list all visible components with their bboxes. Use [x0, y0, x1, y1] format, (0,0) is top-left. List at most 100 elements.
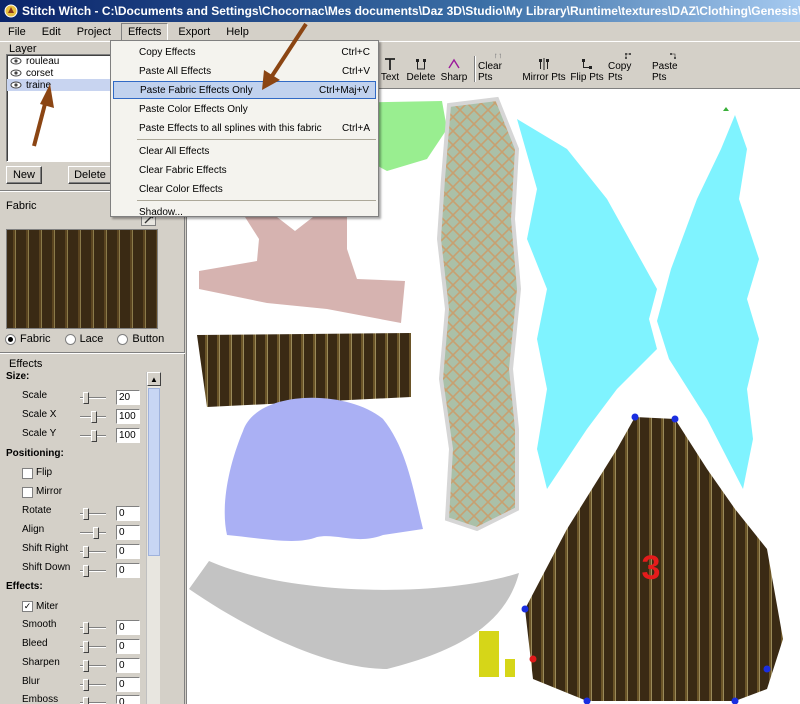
tool-label: Delete: [406, 72, 436, 83]
button-radio[interactable]: [117, 333, 129, 345]
align-slider[interactable]: [80, 525, 106, 541]
tool-label: Sharp: [440, 72, 468, 83]
smooth-slider[interactable]: [80, 620, 106, 636]
scaley-label: Scale Y: [22, 428, 57, 439]
menu-item-paste-fabric-effects-only[interactable]: Paste Fabric Effects Only Ctrl+Maj+V: [113, 81, 376, 99]
scaley-slider[interactable]: [80, 428, 106, 444]
menu-file[interactable]: File: [2, 24, 32, 40]
eye-icon[interactable]: [9, 68, 23, 78]
mirror-checkbox[interactable]: [22, 487, 33, 498]
menu-item-paste-effects-all-splines[interactable]: Paste Effects to all splines with this f…: [113, 119, 376, 137]
delete-points-icon: [416, 59, 426, 70]
eye-icon[interactable]: [9, 80, 23, 90]
menu-item-shortcut: Ctrl+Maj+V: [318, 84, 369, 96]
yellow-small-pattern-piece[interactable]: [505, 659, 515, 677]
tool-text-button[interactable]: Text: [378, 52, 402, 86]
toolbar: Text Delete Sharp Clear Pts Mirror Pts F…: [378, 52, 800, 88]
tool-delete-button[interactable]: Delete: [404, 52, 438, 86]
scalex-label: Scale X: [22, 409, 57, 420]
effects-dropdown-menu: Copy Effects Ctrl+C Paste All Effects Ct…: [110, 40, 379, 218]
smooth-input[interactable]: 0: [116, 620, 140, 635]
shiftdown-label: Shift Down: [22, 562, 71, 573]
scalex-input[interactable]: 100: [116, 409, 140, 424]
shiftdown-slider[interactable]: [80, 563, 106, 579]
align-input[interactable]: 0: [116, 525, 140, 540]
menu-effects[interactable]: Effects: [120, 22, 169, 41]
yellow-pattern-piece[interactable]: [479, 631, 499, 677]
sharp-point-icon: [448, 58, 460, 69]
lavender-pattern-piece[interactable]: [224, 397, 423, 541]
scale-label: Scale: [22, 390, 48, 401]
blur-input[interactable]: 0: [116, 677, 140, 692]
menu-item-shortcut: Ctrl+V: [341, 65, 370, 77]
miter-label: Miter: [36, 601, 59, 612]
lace-radio[interactable]: [64, 333, 76, 345]
fabric-radio[interactable]: [5, 333, 16, 345]
tool-label: Text: [380, 72, 400, 83]
menu-item-copy-effects[interactable]: Copy Effects Ctrl+C: [113, 43, 376, 61]
positioning-section-label: Positioning:: [6, 448, 64, 459]
menu-item-clear-fabric-effects[interactable]: Clear Fabric Effects: [113, 161, 376, 179]
menu-separator: [137, 139, 376, 140]
tool-label: Clear Pts: [478, 61, 502, 83]
gray-pattern-piece[interactable]: [189, 561, 519, 669]
menu-project[interactable]: Project: [71, 24, 117, 40]
eye-icon[interactable]: [9, 56, 23, 66]
menu-item-label: Clear Color Effects: [139, 183, 223, 195]
scale-input[interactable]: 20: [116, 390, 140, 405]
menu-item-clear-color-effects[interactable]: Clear Color Effects: [113, 180, 376, 198]
miter-checkbox[interactable]: ✓: [22, 601, 33, 612]
sharpen-slider[interactable]: [80, 658, 106, 674]
menu-item-paste-all-effects[interactable]: Paste All Effects Ctrl+V: [113, 62, 376, 80]
menu-help[interactable]: Help: [220, 24, 255, 40]
mirror-label: Mirror: [36, 486, 63, 497]
menu-export[interactable]: Export: [172, 24, 216, 40]
tool-flip-pts-button[interactable]: Flip Pts: [570, 52, 604, 86]
fabric-swatch[interactable]: [6, 229, 158, 329]
scale-slider[interactable]: [80, 390, 106, 406]
shiftdown-input[interactable]: 0: [116, 563, 140, 578]
shiftright-input[interactable]: 0: [116, 544, 140, 559]
size-section-label: Size:: [6, 371, 30, 382]
menu-item-label: Shadow...: [139, 206, 183, 218]
emboss-slider[interactable]: [80, 695, 106, 704]
rotate-slider[interactable]: [80, 506, 106, 522]
menu-item-label: Clear Fabric Effects: [139, 164, 227, 176]
shiftright-slider[interactable]: [80, 544, 106, 560]
tool-sharp-button[interactable]: Sharp: [440, 52, 468, 86]
toolbar-separator: [474, 56, 476, 82]
rotate-input[interactable]: 0: [116, 506, 140, 521]
striped-band-piece[interactable]: [197, 333, 411, 407]
tool-copy-pts-button[interactable]: Copy Pts: [608, 52, 648, 86]
menu-item-clear-all-effects[interactable]: Clear All Effects: [113, 142, 376, 160]
menu-item-shadow[interactable]: Shadow...: [113, 203, 376, 221]
bleed-input[interactable]: 0: [116, 639, 140, 654]
blur-label: Blur: [22, 676, 40, 687]
effects-scrollbar[interactable]: ▲: [146, 372, 161, 704]
scaley-input[interactable]: 100: [116, 428, 140, 443]
layer-label: rouleau: [26, 55, 60, 67]
tool-mirror-pts-button[interactable]: Mirror Pts: [522, 52, 566, 86]
net-pattern-piece[interactable]: [436, 96, 522, 532]
emboss-input[interactable]: 0: [116, 695, 140, 704]
menu-item-paste-color-effects-only[interactable]: Paste Color Effects Only: [113, 100, 376, 118]
bleed-slider[interactable]: [80, 639, 106, 655]
pink-pattern-piece[interactable]: [199, 217, 405, 323]
flip-points-icon: [582, 59, 592, 69]
tool-clear-pts-button[interactable]: Clear Pts: [478, 52, 518, 86]
new-layer-button[interactable]: New: [6, 166, 42, 184]
scalex-slider[interactable]: [80, 409, 106, 425]
flip-checkbox[interactable]: [22, 468, 33, 479]
scroll-thumb[interactable]: [148, 388, 160, 556]
delete-layer-button[interactable]: Delete: [68, 166, 112, 184]
scroll-up-button[interactable]: ▲: [147, 372, 161, 386]
blur-slider[interactable]: [80, 677, 106, 693]
menu-bar: File Edit Project Effects Export Help: [0, 22, 800, 42]
sharpen-input[interactable]: 0: [116, 658, 140, 673]
divider: [0, 352, 185, 354]
clear-points-icon: [495, 53, 501, 59]
rotate-label: Rotate: [22, 505, 52, 516]
menu-edit[interactable]: Edit: [36, 24, 67, 40]
tool-paste-pts-button[interactable]: Paste Pts: [652, 52, 694, 86]
shiftright-label: Shift Right: [22, 543, 69, 554]
